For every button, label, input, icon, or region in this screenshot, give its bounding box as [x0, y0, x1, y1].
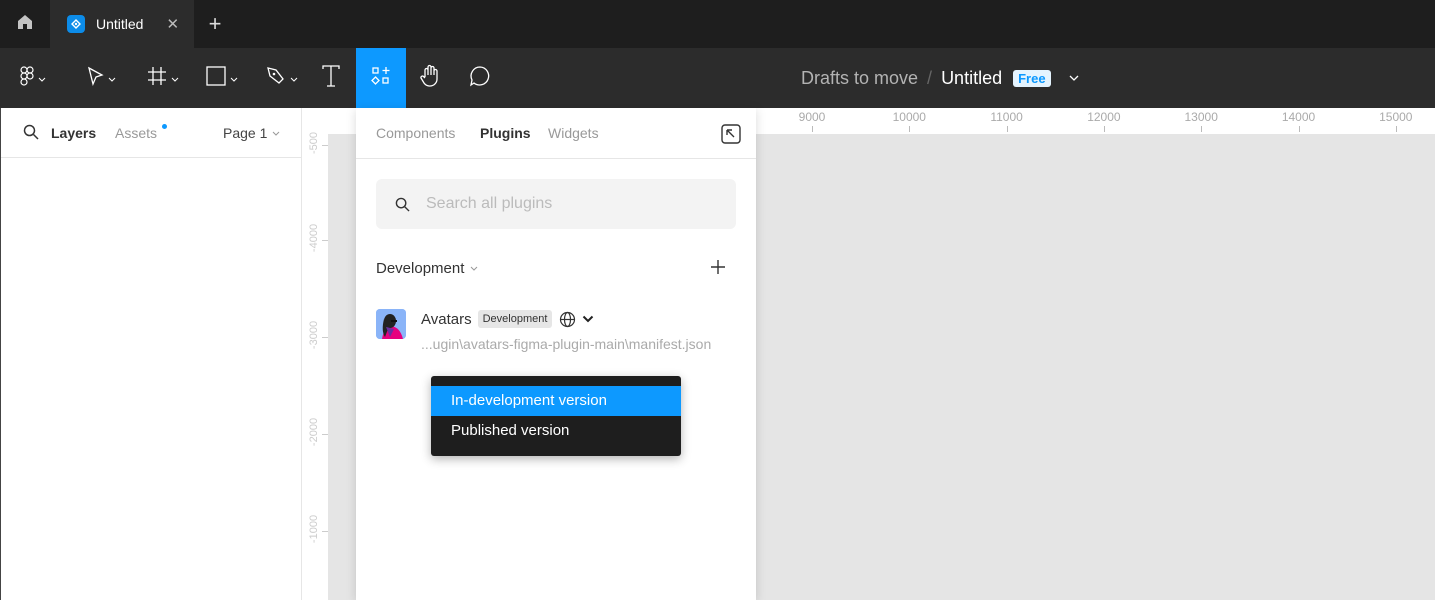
- new-tab-button[interactable]: +: [200, 0, 230, 48]
- pop-out-icon[interactable]: [721, 124, 741, 149]
- figma-logo-icon: [20, 65, 34, 91]
- comment-tool-button[interactable]: [462, 48, 498, 108]
- text-icon: [321, 64, 341, 92]
- ruler-label: -2000: [308, 417, 320, 447]
- chevron-down-icon: [38, 69, 46, 87]
- version-dropdown-chevron-icon[interactable]: [582, 315, 594, 323]
- toolbar: [0, 48, 1435, 108]
- chevron-down-icon: [290, 69, 298, 87]
- development-section-toggle[interactable]: Development: [376, 260, 478, 277]
- resources-tabs: Components Plugins Widgets: [356, 108, 756, 159]
- chevron-down-icon: [230, 69, 238, 87]
- ruler-tick: [322, 434, 328, 435]
- plan-badge[interactable]: Free: [1013, 69, 1051, 87]
- project-name[interactable]: Drafts to move: [801, 68, 918, 89]
- ruler-tick: [1006, 126, 1008, 132]
- globe-icon: [559, 311, 576, 328]
- menu-item-in-development-version[interactable]: In-development version: [431, 386, 681, 416]
- plugin-search-input[interactable]: [426, 195, 706, 213]
- move-cursor-icon: [86, 66, 104, 91]
- page-selector[interactable]: Page 1: [223, 125, 280, 141]
- rectangle-icon: [206, 65, 226, 91]
- ruler-tick: [1103, 126, 1105, 132]
- plugin-avatar-icon[interactable]: [376, 309, 406, 339]
- ruler-tick: [812, 126, 813, 132]
- tab-assets[interactable]: Assets: [115, 125, 157, 141]
- ruler-label: 15000: [1379, 110, 1413, 124]
- resources-panel: Components Plugins Widgets Development A…: [356, 108, 756, 600]
- ruler-label: 12000: [1087, 110, 1121, 124]
- ruler-label: 14000: [1281, 110, 1316, 124]
- chevron-down-icon: [272, 131, 280, 136]
- home-icon: [16, 13, 34, 36]
- vertical-ruler: -500 -4000 -3000 -2000 -1000: [302, 108, 328, 600]
- tab-plugins[interactable]: Plugins: [480, 125, 531, 141]
- chevron-down-icon: [171, 69, 179, 87]
- home-tab[interactable]: [0, 0, 50, 48]
- development-badge: Development: [477, 310, 553, 328]
- ruler-tick: [322, 337, 328, 338]
- file-favicon-icon: [67, 15, 85, 33]
- frame-icon: [147, 66, 167, 91]
- main-menu-button[interactable]: [8, 48, 58, 108]
- tab-layers[interactable]: Layers: [51, 125, 96, 141]
- ruler-label: 11000: [990, 110, 1023, 124]
- left-panel: Layers Assets Page 1: [0, 108, 302, 600]
- ruler-tick: [1201, 126, 1203, 132]
- ruler-tick: [322, 240, 328, 241]
- ruler-tick: [1395, 126, 1397, 132]
- search-icon[interactable]: [23, 124, 39, 145]
- plugin-search-field[interactable]: [376, 179, 736, 229]
- page-selector-label: Page 1: [223, 125, 268, 141]
- frame-tool-button[interactable]: [138, 48, 188, 108]
- chevron-down-icon: [108, 69, 116, 87]
- left-panel-header: Layers Assets Page 1: [1, 108, 301, 158]
- tab-widgets[interactable]: Widgets: [548, 125, 599, 141]
- file-tab-title: Untitled: [96, 16, 144, 32]
- menu-item-published-version[interactable]: Published version: [431, 416, 681, 446]
- ruler-tick: [1298, 126, 1300, 132]
- ruler-label: 9000: [798, 110, 826, 124]
- add-plugin-button[interactable]: [710, 259, 726, 277]
- breadcrumb: Drafts to move / Untitled Free: [801, 48, 1079, 108]
- ruler-label: -1000: [308, 514, 320, 544]
- ruler-label: -500: [308, 131, 320, 155]
- close-icon[interactable]: ✕: [166, 15, 179, 33]
- ruler-label: 10000: [892, 110, 926, 124]
- ruler-tick: [909, 126, 911, 132]
- resources-tool-button[interactable]: [356, 48, 406, 108]
- pen-icon: [266, 66, 286, 91]
- tab-bar: Untitled ✕ +: [0, 0, 1435, 48]
- file-name[interactable]: Untitled: [941, 68, 1002, 89]
- section-label: Development: [376, 260, 465, 277]
- plugin-row[interactable]: Avatars Development: [421, 310, 594, 328]
- ruler-label: -3000: [308, 320, 320, 350]
- tab-components[interactable]: Components: [376, 125, 455, 141]
- ruler-tick: [322, 145, 328, 146]
- plugin-manifest-path: ...ugin\avatars-figma-plugin-main\manife…: [421, 336, 712, 352]
- text-tool-button[interactable]: [313, 48, 349, 108]
- ruler-tick: [322, 531, 328, 532]
- file-tab[interactable]: Untitled ✕: [50, 0, 194, 48]
- move-tool-button[interactable]: [76, 48, 126, 108]
- ruler-label: -4000: [308, 223, 320, 253]
- hand-tool-button[interactable]: [413, 48, 449, 108]
- comment-icon: [469, 65, 491, 92]
- resources-icon: [371, 66, 391, 91]
- plugin-name: Avatars: [421, 310, 472, 328]
- version-dropdown-menu: In-development version Published version: [431, 376, 681, 456]
- pen-tool-button[interactable]: [257, 48, 307, 108]
- file-menu-chevron-icon[interactable]: [1069, 75, 1079, 81]
- search-icon: [395, 197, 410, 212]
- breadcrumb-separator: /: [927, 67, 933, 88]
- notification-dot: [162, 124, 167, 129]
- shape-tool-button[interactable]: [197, 48, 247, 108]
- hand-icon: [420, 64, 442, 93]
- chevron-down-icon: [470, 266, 478, 271]
- ruler-label: 13000: [1184, 110, 1218, 124]
